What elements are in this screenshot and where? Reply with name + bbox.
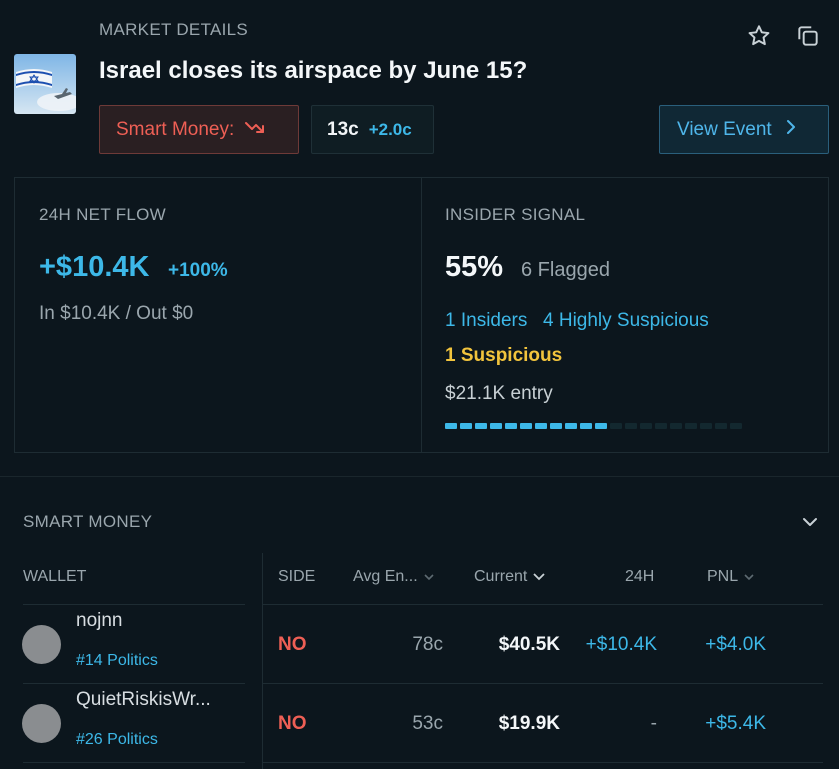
- signal-bar-segment: [715, 423, 727, 429]
- signal-bar-segment: [445, 423, 457, 429]
- view-event-label: View Event: [677, 118, 772, 140]
- net-flow-breakdown: In $10.4K / Out $0: [39, 303, 194, 324]
- signal-bar-segment: [550, 423, 562, 429]
- insider-signal-bar: [445, 423, 742, 429]
- signal-bar-segment: [505, 423, 517, 429]
- insider-signal-card: INSIDER SIGNAL 55% 6 Flagged 1 Insiders …: [422, 178, 828, 452]
- row-divider: [23, 762, 245, 763]
- net-flow-value: +$10.4K: [39, 251, 150, 283]
- insider-pct: 55%: [445, 251, 504, 283]
- current-price: 13c: [327, 118, 359, 140]
- highly-suspicious-count: 4 Highly Suspicious: [543, 310, 709, 331]
- row-divider: [263, 604, 823, 605]
- section-divider: [0, 476, 839, 477]
- column-header-wallet: WALLET: [23, 568, 87, 585]
- wallet-name[interactable]: QuietRiskisWr...: [76, 689, 211, 711]
- signal-bar-segment: [535, 423, 547, 429]
- row-divider: [23, 683, 245, 684]
- pnl-header-label: PNL: [707, 568, 739, 585]
- signal-bar-segment: [580, 423, 592, 429]
- signal-bar-segment: [460, 423, 472, 429]
- market-title: Israel closes its airspace by June 15?: [99, 57, 528, 84]
- signal-bar-segment: [490, 423, 502, 429]
- signal-bar-segment: [565, 423, 577, 429]
- signal-bar-segment: [670, 423, 682, 429]
- signal-bar-segment: [700, 423, 712, 429]
- column-header-pnl[interactable]: PNL: [707, 568, 754, 586]
- insiders-count: 1 Insiders: [445, 310, 528, 331]
- chevron-down-icon[interactable]: [799, 511, 821, 533]
- smart-money-label: Smart Money:: [116, 118, 235, 140]
- column-separator: [262, 553, 263, 769]
- avatar[interactable]: [22, 625, 61, 664]
- market-thumbnail: [14, 54, 76, 114]
- avg-entry-value: 78c: [412, 634, 443, 655]
- signal-bar-segment: [475, 423, 487, 429]
- avg-entry-value: 53c: [412, 713, 443, 734]
- column-header-24h[interactable]: 24H: [625, 568, 654, 586]
- pnl-value: +$5.4K: [705, 713, 766, 734]
- pnl-value: +$4.0K: [705, 634, 766, 655]
- row-divider: [263, 683, 823, 684]
- side-value: NO: [278, 713, 307, 734]
- signal-bar-segment: [730, 423, 742, 429]
- price-chip: 13c +2.0c: [311, 105, 434, 154]
- row-divider: [263, 762, 823, 763]
- h24-value: +$10.4K: [585, 634, 657, 655]
- h24-value: -: [650, 713, 657, 734]
- wallet-name[interactable]: nojnn: [76, 610, 123, 632]
- signal-bar-segment: [520, 423, 532, 429]
- side-header-label: SIDE: [278, 568, 316, 585]
- column-header-avg-entry[interactable]: Avg En...: [353, 568, 434, 586]
- current-value: $19.9K: [498, 713, 560, 734]
- current-header-label: Current: [474, 568, 528, 585]
- stats-panel: 24H NET FLOW +$10.4K +100% In $10.4K / O…: [14, 177, 829, 453]
- column-header-side[interactable]: SIDE: [278, 568, 315, 586]
- net-flow-pct: +100%: [168, 260, 228, 281]
- row-divider: [23, 604, 245, 605]
- signal-bar-segment: [595, 423, 607, 429]
- trending-down-icon: [244, 119, 266, 141]
- column-header-current[interactable]: Current: [474, 568, 545, 586]
- avatar[interactable]: [22, 704, 61, 743]
- smart-money-chip[interactable]: Smart Money:: [99, 105, 299, 154]
- signal-bar-segment: [655, 423, 667, 429]
- net-flow-card: 24H NET FLOW +$10.4K +100% In $10.4K / O…: [15, 178, 422, 452]
- smart-money-section-title: SMART MONEY: [23, 512, 153, 531]
- current-value: $40.5K: [498, 634, 560, 655]
- flagged-count: 6 Flagged: [521, 259, 610, 281]
- signal-bar-segment: [640, 423, 652, 429]
- net-flow-label: 24H NET FLOW: [39, 205, 167, 224]
- avg-header-label: Avg En...: [353, 568, 418, 585]
- wallet-rank: #14 Politics: [76, 652, 158, 669]
- signal-bar-segment: [625, 423, 637, 429]
- signal-bar-segment: [610, 423, 622, 429]
- copy-icon[interactable]: [794, 22, 822, 50]
- eyebrow-label: MARKET DETAILS: [99, 20, 249, 39]
- sort-chevron-icon: [744, 568, 754, 586]
- star-icon[interactable]: [745, 22, 773, 50]
- insider-signal-label: INSIDER SIGNAL: [445, 205, 586, 224]
- sort-chevron-icon: [533, 568, 545, 586]
- signal-bar-segment: [685, 423, 697, 429]
- chevron-right-icon: [786, 119, 796, 141]
- insider-entry: $21.1K entry: [445, 383, 553, 404]
- h24-header-label: 24H: [625, 568, 655, 585]
- suspicious-count: 1 Suspicious: [445, 345, 563, 366]
- side-value: NO: [278, 634, 307, 655]
- view-event-button[interactable]: View Event: [659, 105, 829, 154]
- sort-chevron-icon: [424, 568, 434, 586]
- price-change: +2.0c: [368, 119, 412, 139]
- wallet-rank: #26 Politics: [76, 731, 158, 748]
